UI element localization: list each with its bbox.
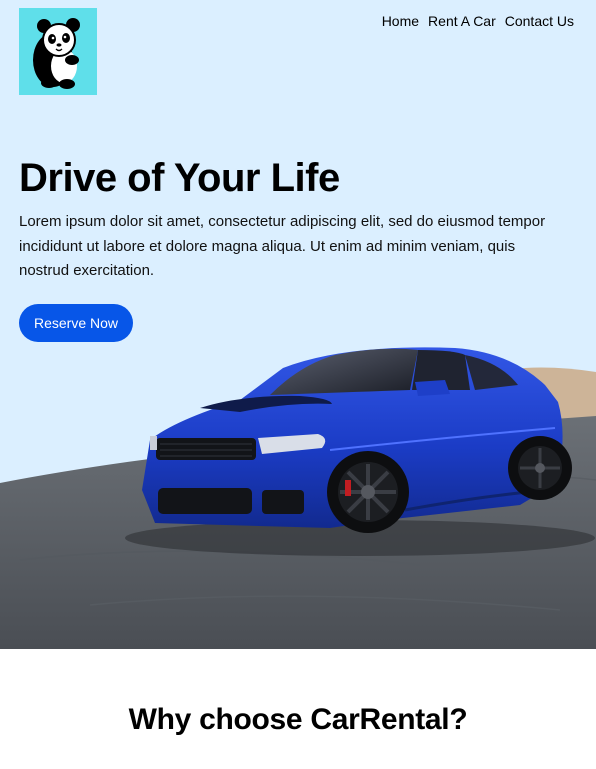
- nav-contact-us-link[interactable]: Contact Us: [505, 13, 574, 29]
- section-title-why-choose: Why choose CarRental?: [128, 703, 468, 736]
- hero-description: Lorem ipsum dolor sit amet, consectetur …: [19, 213, 546, 279]
- hero-car-image: [0, 347, 596, 649]
- hero-section: Home Rent A Car Contact Us Drive of Your…: [0, 0, 596, 649]
- nav-rent-a-car-link[interactable]: Rent A Car: [428, 13, 496, 29]
- main-nav: Home Rent A Car Contact Us: [382, 13, 574, 29]
- hero-title: Drive of Your Life: [19, 156, 340, 200]
- nav-home-link[interactable]: Home: [382, 13, 419, 29]
- logo[interactable]: [19, 8, 97, 95]
- panda-icon: [33, 18, 80, 89]
- reserve-now-button[interactable]: Reserve Now: [19, 304, 133, 342]
